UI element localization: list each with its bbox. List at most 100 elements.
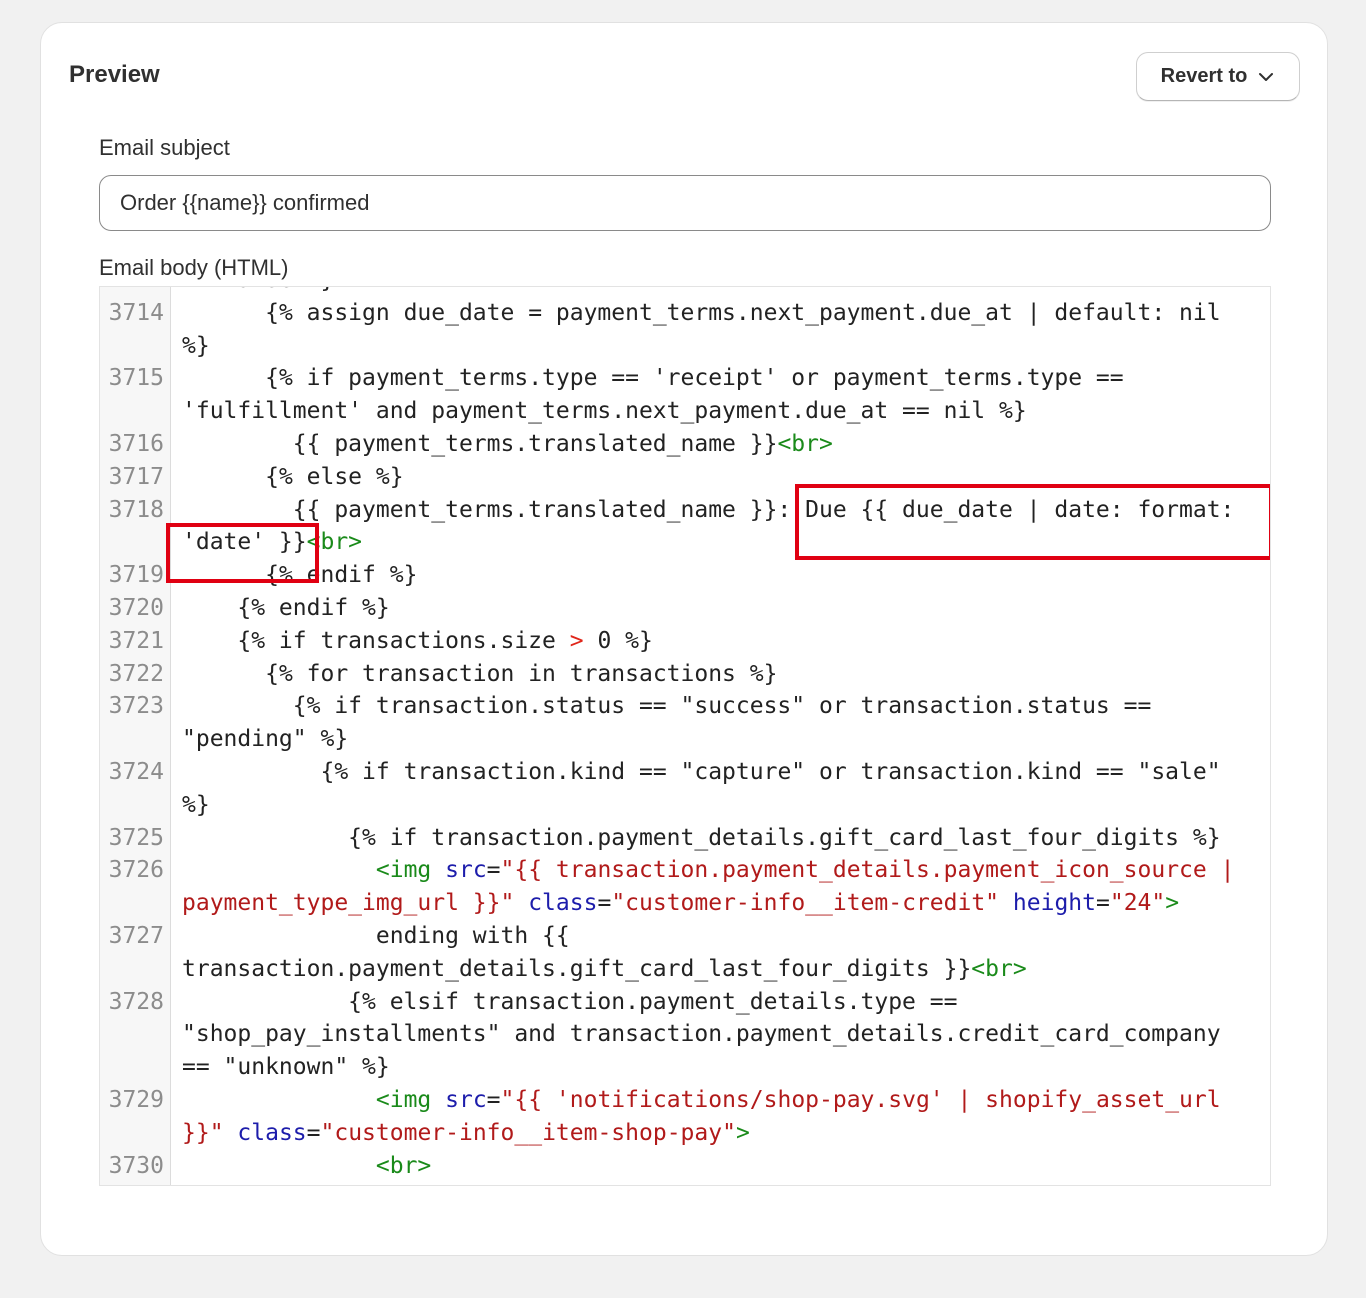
code-line: 3716 {{ payment_terms.translated_name }}… (100, 428, 1270, 461)
code-line: 3724 {% if transaction.kind == "capture"… (100, 756, 1270, 822)
code-line: 3721 {% if transactions.size > 0 %} (100, 625, 1270, 658)
code-token: <br> (971, 955, 1027, 982)
code-line: 3725 {% if transaction.payment_details.g… (100, 822, 1270, 855)
line-number: 3717 (108, 463, 164, 490)
code-token: 0 %} (583, 627, 653, 654)
code-token: {% if payment_terms.type == 'receipt' or… (182, 365, 1138, 425)
code-text: {% else %} (170, 461, 1270, 494)
code-text: {% if transaction.kind == "capture" or t… (170, 756, 1270, 822)
code-line: 3715 {% if payment_terms.type == 'receip… (100, 362, 1270, 428)
line-number: 3727 (108, 922, 164, 949)
code-text: == false %} (170, 287, 1270, 297)
code-text: {% for transaction in transactions %} (170, 658, 1270, 691)
line-number: 3724 (108, 758, 164, 785)
line-number: 3728 (108, 988, 164, 1015)
code-token: <br> (306, 529, 363, 556)
code-token: {% assign due_date = payment_terms.next_… (182, 299, 1235, 359)
email-body-label: Email body (HTML) (99, 255, 289, 280)
code-token: = (1096, 890, 1110, 917)
code-token: {{ payment_terms.translated_name }} (182, 430, 778, 457)
code-line: 3729 <img src="{{ 'notifications/shop-pa… (100, 1084, 1270, 1150)
line-number: 3730 (108, 1152, 164, 1179)
email-subject-input[interactable] (99, 175, 1271, 231)
code-text: {% if payment_terms.type == 'receipt' or… (170, 362, 1270, 428)
revert-to-button[interactable]: Revert to (1136, 52, 1300, 101)
line-number: 3722 (108, 660, 164, 687)
code-line: 3727 ending with {{ transaction.payment_… (100, 920, 1270, 986)
line-number: 3725 (108, 824, 164, 851)
code-token: "24" (1109, 890, 1166, 917)
line-number: 3715 (108, 365, 164, 392)
code-token: > (735, 1119, 750, 1146)
code-content[interactable]: == false %} 3714 {% assign due_date = pay… (100, 287, 1270, 1183)
code-text: {% endif %} (170, 559, 1270, 592)
code-text: {% if transaction.status == "success" or… (170, 690, 1270, 756)
email-subject-label: Email subject (99, 135, 230, 160)
code-token: {% endif %} (182, 562, 418, 589)
code-line: 3720 {% endif %} (100, 592, 1270, 625)
code-line: 3723 {% if transaction.status == "succes… (100, 690, 1270, 756)
line-number: 3716 (108, 430, 164, 457)
card-title: Preview (69, 61, 160, 88)
code-token: == false %} (182, 287, 334, 293)
line-number: 3721 (108, 627, 164, 654)
code-line: == false %} (100, 287, 1270, 297)
code-token: > (1165, 890, 1180, 917)
code-text: {{ payment_terms.translated_name }}: Due… (170, 494, 1270, 560)
code-token: {% else %} (182, 463, 404, 490)
code-line: 3714 {% assign due_date = payment_terms.… (100, 297, 1270, 363)
line-number: 3719 (108, 562, 164, 589)
code-token: <img (375, 1086, 446, 1113)
line-number (100, 287, 170, 297)
preview-card: Preview Revert to Email subject Email bo… (40, 22, 1328, 1256)
code-token: {% if transaction.kind == "capture" or t… (182, 758, 1235, 818)
code-token: class (528, 890, 598, 917)
code-token: <img (375, 857, 446, 884)
code-token: > (569, 627, 584, 654)
code-text: {% if transaction.payment_details.gift_c… (170, 822, 1270, 855)
code-line: 3719 {% endif %} (100, 559, 1270, 592)
code-text: ending with {{ transaction.payment_detai… (170, 920, 1270, 986)
code-token: src (445, 1086, 487, 1113)
code-token: "customer-info__item-shop-pay" (320, 1119, 736, 1146)
revert-to-label: Revert to (1160, 65, 1248, 87)
line-number: 3723 (108, 693, 164, 720)
code-token: {% if transaction.status == "success" or… (182, 693, 1166, 753)
line-number: 3726 (108, 857, 164, 884)
code-token: <br> (777, 430, 833, 457)
code-text: <br> (170, 1150, 1270, 1183)
code-token: {% if transactions.size (182, 627, 570, 654)
code-text: {{ payment_terms.translated_name }}<br> (170, 428, 1270, 461)
code-text: {% elsif transaction.payment_details.typ… (170, 986, 1270, 1084)
code-token: <br> (375, 1152, 432, 1179)
code-token: height (1012, 890, 1096, 917)
code-token: ending with {{ transaction.payment_detai… (182, 922, 972, 982)
code-text: {% assign due_date = payment_terms.next_… (170, 297, 1270, 363)
code-token: "customer-info__item-credit" (611, 890, 1000, 917)
code-token: = (306, 1119, 321, 1146)
code-token: src (445, 857, 487, 884)
code-token: {% elsif transaction.payment_details.typ… (182, 988, 1235, 1081)
line-number: 3718 (108, 496, 164, 523)
code-token: {% endif %} (182, 594, 390, 621)
code-token: class (237, 1119, 307, 1146)
chevron-down-icon (1259, 72, 1274, 81)
code-text: <img src="{{ 'notifications/shop-pay.svg… (170, 1084, 1270, 1150)
code-editor[interactable]: == false %} 3714 {% assign due_date = pay… (99, 286, 1271, 1186)
code-line: 3718 {{ payment_terms.translated_name }}… (100, 494, 1270, 560)
code-text: <img src="{{ transaction.payment_details… (170, 854, 1270, 920)
code-line: 3726 <img src="{{ transaction.payment_de… (100, 854, 1270, 920)
code-line: 3722 {% for transaction in transactions … (100, 658, 1270, 691)
code-token: = (597, 890, 612, 917)
code-text: {% endif %} (170, 592, 1270, 625)
code-token: = (486, 1086, 501, 1113)
line-number: 3714 (108, 299, 164, 326)
code-text: {% if transactions.size > 0 %} (170, 625, 1270, 658)
code-token: {% for transaction in transactions %} (182, 660, 778, 687)
